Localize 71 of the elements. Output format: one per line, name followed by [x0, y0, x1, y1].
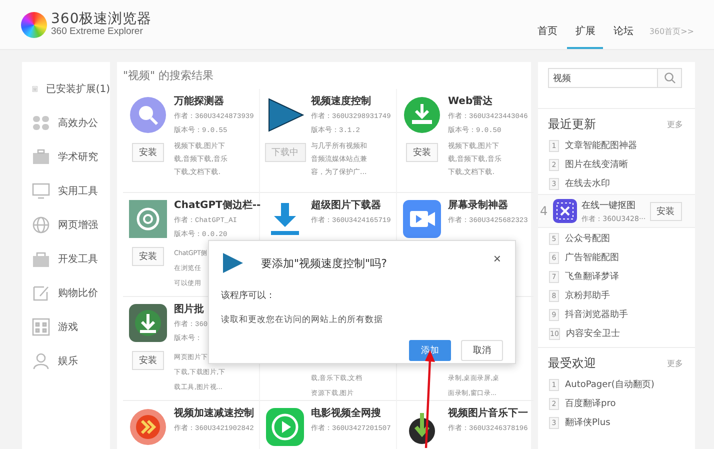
extension-icon [128, 199, 168, 239]
search-icon [664, 72, 676, 84]
logo-subtitle: 360 Extreme Explorer [51, 26, 144, 38]
category-link[interactable]: 实用工具 [58, 184, 98, 198]
extension-icon [128, 95, 168, 135]
dialog-subtitle: 该程序可以： [221, 290, 276, 302]
logo-title: 360极速浏览器 [51, 12, 152, 27]
category-icon [32, 182, 50, 200]
close-button[interactable]: × [491, 251, 503, 266]
play-icon [221, 251, 245, 275]
ranking-item[interactable]: 京粉邦助手 [565, 289, 610, 302]
category-icon [32, 352, 50, 370]
category-icon [32, 318, 50, 336]
category-icon [32, 216, 50, 234]
search-field[interactable]: 视频 [548, 68, 658, 88]
ranking-item[interactable]: 广告智能配图 [565, 251, 619, 264]
permission-text: 读取和更改您在访问的网站上的所有数据 [221, 314, 384, 326]
extension-name[interactable]: 视频图片音乐下一 [448, 407, 528, 421]
extension-name[interactable]: 视频速度控制 [311, 95, 371, 109]
nav-tab[interactable]: 首页 [529, 0, 566, 49]
extension-name[interactable]: 电影视频全网搜 [311, 407, 381, 421]
extension-name[interactable]: Web雷达 [448, 95, 493, 109]
ranking-item[interactable]: 公众号配图 [565, 232, 610, 245]
section-title: 最近更新 [548, 116, 596, 133]
extension-name[interactable]: 超级图片下载器 [311, 199, 381, 213]
extension-name[interactable]: 视频加速减速控制 [174, 407, 254, 421]
ranking-item[interactable]: 翻译侠Plus [565, 416, 610, 429]
category-link[interactable]: 娱乐 [58, 354, 78, 368]
extension-icon [402, 95, 442, 135]
ranking-item[interactable]: AutoPager(自动翻页) [565, 378, 654, 391]
category-link[interactable]: 网页增强 [58, 218, 98, 232]
extension-name: 在线一键抠图 [582, 200, 637, 212]
ranking-item[interactable]: 抖音浏览器助手 [565, 308, 628, 321]
ranking-item[interactable]: 飞鱼翻译梦译 [565, 270, 619, 283]
install-button[interactable]: 安装 [132, 351, 164, 370]
dialog-title: 要添加"视频速度控制"吗? [261, 256, 388, 270]
extension-name[interactable]: ChatGPT侧边栏-- [174, 199, 261, 213]
category-icon [32, 284, 50, 302]
install-button[interactable]: 安装 [132, 247, 164, 266]
ranking-item[interactable]: 在线去水印 [565, 177, 610, 190]
section-title: 最受欢迎 [548, 355, 596, 372]
nav-tab[interactable]: 论坛 [605, 0, 642, 49]
results-title: "视频" 的搜索结果 [123, 68, 215, 83]
category-link[interactable]: 购物比价 [58, 286, 98, 300]
install-button[interactable]: 安装 [132, 143, 164, 162]
category-icon [32, 148, 50, 166]
extension-icon [402, 199, 442, 239]
extension-icon [128, 407, 168, 447]
category-link[interactable]: 高效办公 [58, 116, 98, 130]
extension-icon [128, 303, 168, 343]
category-link[interactable]: 已安装扩展(1) [46, 82, 110, 96]
logo-icon [21, 12, 47, 38]
nav-tab[interactable]: 扩展 [567, 0, 604, 49]
extension-icon [552, 198, 578, 224]
rank-number: 4 [540, 204, 548, 218]
category-link[interactable]: 游戏 [58, 320, 78, 334]
install-button[interactable]: 安装 [650, 202, 682, 220]
extension-name[interactable]: 屏幕录制神器 [448, 199, 508, 213]
category-icon [32, 250, 50, 268]
extension-name[interactable]: 图片批 [174, 303, 204, 317]
install-button[interactable]: 安装 [406, 143, 438, 162]
search-button[interactable] [658, 68, 682, 88]
ranking-item[interactable]: 内容安全卫士 [566, 327, 620, 340]
category-link[interactable]: 学术研究 [58, 150, 98, 164]
category-icon [32, 114, 50, 132]
cancel-button[interactable]: 取消 [461, 340, 503, 361]
extension-name[interactable]: 万能探测器 [174, 95, 224, 109]
ranking-item[interactable]: 图片在线变清晰 [565, 158, 628, 171]
ranking-item[interactable]: 百度翻译pro [565, 397, 616, 410]
ranking-item[interactable]: 文章智能配图神器 [565, 139, 637, 152]
category-link[interactable]: 开发工具 [58, 252, 98, 266]
